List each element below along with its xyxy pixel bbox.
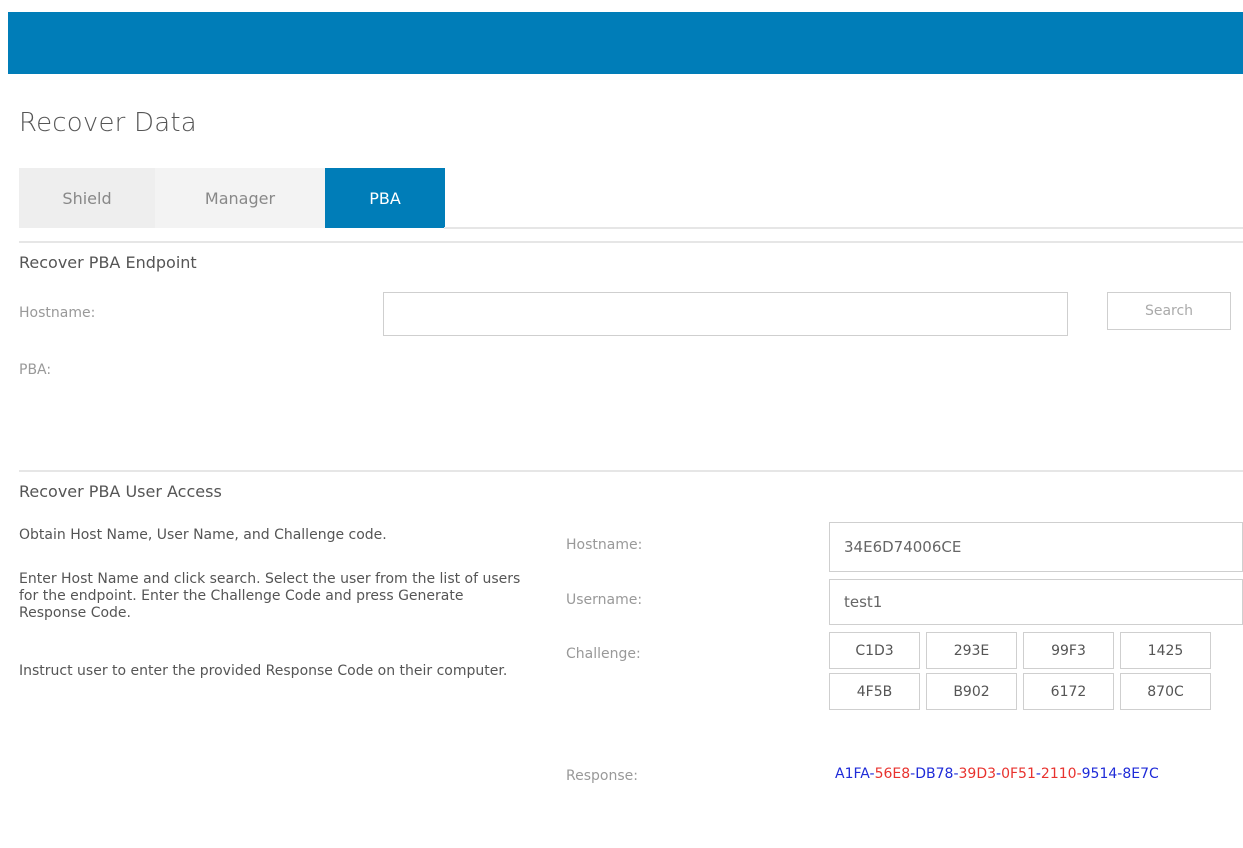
user-hostname-label: Hostname: (566, 537, 643, 553)
challenge-cell[interactable]: 870C (1120, 673, 1211, 710)
instruction-2: Enter Host Name and click search. Select… (19, 571, 521, 621)
tab-shield[interactable]: Shield (19, 168, 155, 228)
challenge-cell[interactable]: C1D3 (829, 632, 920, 669)
tab-manager[interactable]: Manager (155, 168, 325, 228)
page-title: Recover Data (19, 108, 197, 138)
challenge-cell[interactable]: B902 (926, 673, 1017, 710)
challenge-cell[interactable]: 6172 (1023, 673, 1114, 710)
response-code-segment: 56E8 (874, 766, 911, 782)
instruction-1: Obtain Host Name, User Name, and Challen… (19, 527, 387, 543)
endpoint-hostname-label: Hostname: (19, 305, 96, 321)
response-code-segment: DB78 (915, 766, 954, 782)
challenge-code-grid: C1D3 293E 99F3 1425 4F5B B902 6172 870C (829, 632, 1211, 710)
challenge-cell[interactable]: 1425 (1120, 632, 1211, 669)
endpoint-hostname-input[interactable] (383, 292, 1068, 336)
response-code-segment: 39D3 (958, 766, 997, 782)
challenge-label: Challenge: (566, 646, 641, 662)
user-hostname-input[interactable]: 34E6D74006CE (829, 522, 1243, 572)
endpoint-pba-label: PBA: (19, 362, 52, 378)
challenge-cell[interactable]: 99F3 (1023, 632, 1114, 669)
response-code-segment: 2110 (1040, 766, 1077, 782)
response-label: Response: (566, 768, 638, 784)
top-banner (8, 12, 1243, 74)
divider (19, 241, 1243, 243)
divider (19, 470, 1243, 472)
response-code-segment: 8E7C (1122, 766, 1159, 782)
response-code-segment: A1FA (835, 766, 870, 782)
username-input[interactable]: test1 (829, 579, 1243, 625)
tab-underline (444, 227, 1243, 229)
user-access-section-title: Recover PBA User Access (19, 482, 222, 501)
instruction-3: Instruct user to enter the provided Resp… (19, 663, 508, 679)
username-label: Username: (566, 592, 643, 608)
response-code-segment: 9514 (1081, 766, 1118, 782)
response-code-segment: 0F51 (1001, 766, 1036, 782)
challenge-cell[interactable]: 4F5B (829, 673, 920, 710)
response-code: A1FA-56E8-DB78-39D3-0F51-2110-9514-8E7C (835, 766, 1159, 782)
search-button[interactable]: Search (1107, 292, 1231, 330)
tab-pba[interactable]: PBA (325, 168, 445, 228)
endpoint-section-title: Recover PBA Endpoint (19, 253, 197, 272)
challenge-cell[interactable]: 293E (926, 632, 1017, 669)
tab-bar: Shield Manager PBA (19, 168, 445, 228)
